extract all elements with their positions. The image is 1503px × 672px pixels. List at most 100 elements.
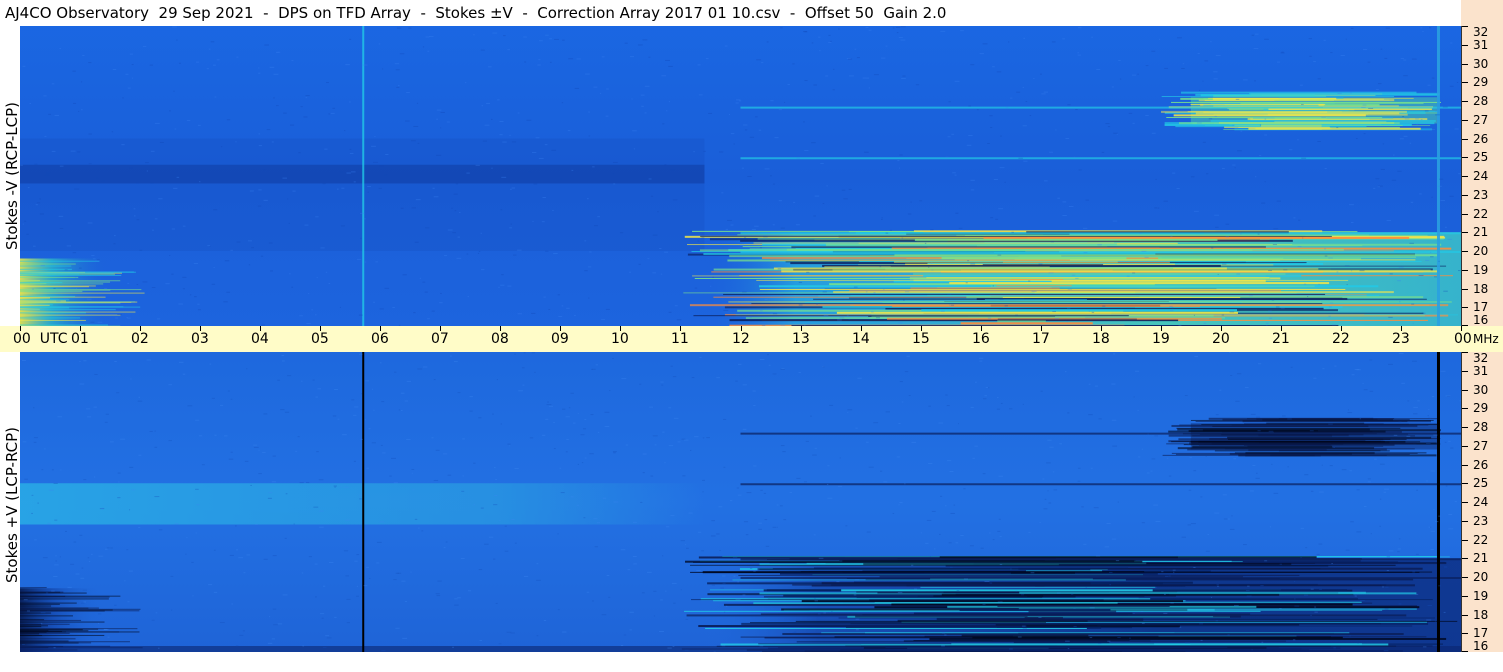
bottom-noise: [521, 367, 525, 369]
top-noise: [1176, 187, 1180, 189]
freq-tick: [1462, 45, 1468, 46]
header-corner: [1461, 0, 1503, 26]
top-noise: [998, 208, 1004, 210]
bottom-margin: [0, 652, 1503, 672]
bottom-noise: [672, 645, 675, 647]
top-noise: [619, 232, 624, 234]
top-noise: [1085, 199, 1090, 201]
bottom-left-streak: [20, 640, 69, 642]
top-noise: [1031, 290, 1037, 292]
bottom-noise: [947, 460, 952, 462]
top-noise: [958, 227, 963, 229]
top-noise: [1041, 93, 1046, 95]
bottom-noise: [1077, 480, 1081, 482]
bottom-noise: [1413, 406, 1419, 408]
top-noise: [517, 112, 520, 114]
bottom-noise: [1322, 368, 1325, 370]
top-noise: [1420, 27, 1423, 29]
bottom-noise: [262, 451, 266, 453]
bottom-noise: [131, 489, 136, 491]
top-noise: [549, 61, 552, 63]
top-streak: [833, 291, 1394, 294]
top-noise: [951, 133, 955, 135]
bottom-noise: [510, 632, 515, 634]
top-noise: [136, 182, 139, 184]
bottom-noise: [665, 590, 667, 592]
top-noise: [1410, 201, 1414, 203]
bottom-noise: [813, 534, 816, 536]
top-noise: [1404, 118, 1410, 120]
time-tick-label: 20: [1212, 331, 1230, 347]
bottom-noise: [507, 443, 511, 445]
bottom-noise: [931, 510, 936, 512]
bottom-noise: [271, 638, 275, 640]
top-noise: [1052, 311, 1056, 313]
top-noise: [142, 45, 147, 47]
freq-tick-label: 21: [1473, 225, 1489, 239]
bottom-noise: [690, 449, 692, 451]
bottom-noise: [1398, 421, 1402, 423]
top-noise: [674, 305, 678, 307]
top-noise: [1181, 67, 1185, 69]
top-noise: [88, 133, 92, 135]
bottom-noise: [42, 557, 48, 559]
bottom-noise: [758, 522, 762, 524]
bottom-noise: [1141, 522, 1145, 524]
top-noise: [898, 37, 903, 39]
bottom-noise: [984, 395, 987, 397]
top-noise: [1182, 63, 1185, 65]
top-noise: [1431, 196, 1433, 198]
bottom-noise: [899, 381, 903, 383]
bottom-noise: [736, 487, 740, 489]
top-noise: [511, 187, 516, 189]
bottom-noise: [694, 436, 699, 438]
top-noise: [567, 130, 571, 132]
top-noise: [90, 321, 95, 323]
bottom-noise: [235, 645, 239, 647]
top-noise: [630, 56, 635, 58]
bottom-noise: [54, 564, 59, 566]
top-spectrogram-svg: [20, 26, 1461, 326]
bottom-noise: [548, 405, 553, 407]
bottom-noise: [33, 437, 38, 439]
bottom-noise: [97, 622, 100, 624]
bottom-noise: [565, 416, 570, 418]
top-noise: [1221, 314, 1225, 316]
top-noise: [987, 143, 990, 145]
bottom-noise: [239, 634, 244, 636]
top-noise: [828, 42, 832, 44]
top-noise: [330, 112, 335, 114]
bottom-noise: [566, 439, 569, 441]
bottom-noise: [1111, 419, 1117, 421]
top-noise: [668, 311, 672, 313]
bottom-noise: [246, 368, 248, 370]
bottom-noise: [263, 413, 268, 415]
bottom-noise: [281, 354, 285, 356]
top-noise: [928, 266, 930, 268]
bottom-noise: [401, 580, 406, 582]
bottom-noise: [629, 611, 634, 613]
bottom-noise: [944, 505, 947, 507]
top-noise: [744, 129, 748, 131]
bottom-noise: [1347, 412, 1353, 414]
bottom-streak: [821, 582, 1091, 585]
bottom-noise: [855, 618, 860, 620]
bottom-noise: [493, 467, 496, 469]
bottom-noise: [738, 363, 742, 365]
bottom-noise: [1430, 526, 1432, 528]
top-noise: [1443, 290, 1448, 292]
top-noise: [1345, 38, 1347, 40]
top-noise: [1190, 176, 1195, 178]
bottom-noise: [1428, 417, 1432, 419]
top-streak: [893, 261, 1118, 263]
bottom-noise: [1205, 550, 1210, 552]
bottom-streak: [842, 571, 1433, 573]
top-noise: [1204, 60, 1209, 62]
bottom-noise: [543, 620, 547, 622]
top-noise: [1380, 168, 1385, 170]
top-noise: [664, 164, 667, 166]
bottom-noise: [1173, 571, 1175, 573]
top-noise: [194, 296, 197, 298]
top-noise: [907, 213, 912, 215]
top-streak: [781, 270, 1438, 273]
